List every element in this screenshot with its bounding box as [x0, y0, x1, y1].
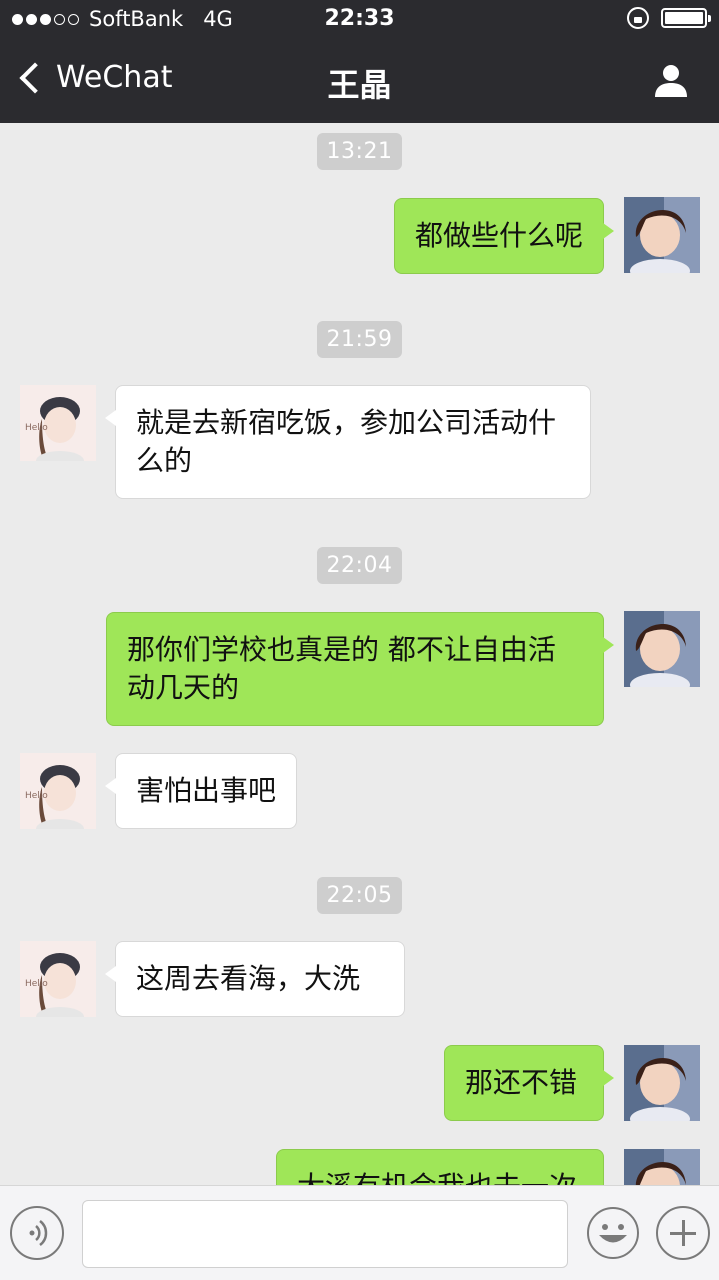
message-bubble-received[interactable]: 这周去看海，大洗: [105, 941, 405, 1017]
voice-icon: [29, 1220, 48, 1246]
rotation-lock-icon: [627, 7, 649, 29]
contact-avatar[interactable]: Hello: [20, 753, 96, 829]
battery-icon: [661, 8, 711, 28]
contact-avatar[interactable]: Hello: [20, 385, 96, 461]
message-text: 害怕出事吧: [136, 774, 277, 807]
status-bar: SoftBank 4G 22:33: [0, 0, 719, 40]
message-text: 那你们学校也真是的 都不让自由活动几天的: [127, 633, 556, 704]
contact-avatar[interactable]: Hello: [20, 941, 96, 1017]
input-bar: [0, 1185, 719, 1280]
plus-icon[interactable]: [656, 1206, 710, 1260]
message-text: 都做些什么呢: [415, 219, 584, 252]
svg-text:Hello: Hello: [25, 791, 48, 801]
message-input[interactable]: [82, 1200, 568, 1268]
svg-text:Hello: Hello: [25, 423, 48, 433]
timestamp: 21:59: [0, 321, 719, 358]
emoji-icon[interactable]: [586, 1206, 640, 1260]
svg-text:Hello: Hello: [25, 979, 48, 989]
message-bubble-received[interactable]: 就是去新宿吃饭，参加公司活动什么的: [105, 385, 591, 499]
message-bubble-sent[interactable]: 那还不错: [444, 1045, 614, 1121]
timestamp: 22:04: [0, 547, 719, 584]
my-avatar[interactable]: [624, 1045, 700, 1121]
person-icon[interactable]: [653, 62, 689, 98]
timestamp: 22:05: [0, 877, 719, 914]
voice-button[interactable]: [10, 1206, 64, 1260]
top-bar: SoftBank 4G 22:33 WeChat 王晶: [0, 0, 719, 123]
my-avatar[interactable]: [624, 1149, 700, 1185]
message-bubble-sent[interactable]: 那你们学校也真是的 都不让自由活动几天的: [106, 612, 614, 726]
my-avatar[interactable]: [624, 197, 700, 273]
message-text: 就是去新宿吃饭，参加公司活动什么的: [136, 406, 557, 477]
chat-area[interactable]: 13:21 都做些什么呢 21:59 Hello 就是去新宿吃饭，参加公司活动什…: [0, 123, 719, 1185]
message-bubble-received[interactable]: 害怕出事吧: [105, 753, 297, 829]
message-text: 这周去看海，大洗: [136, 962, 361, 995]
timestamp: 13:21: [0, 133, 719, 170]
my-avatar[interactable]: [624, 611, 700, 687]
message-bubble-sent[interactable]: 都做些什么呢: [394, 198, 614, 274]
message-text: 那还不错: [465, 1066, 578, 1099]
message-text: 大溪有机会我也去一次: [297, 1170, 577, 1185]
status-right: [627, 7, 711, 29]
nav-bar: WeChat 王晶: [0, 40, 719, 123]
message-bubble-sent[interactable]: 大溪有机会我也去一次: [276, 1149, 604, 1185]
chat-title: 王晶: [327, 66, 392, 104]
status-time: 22:33: [324, 6, 395, 31]
